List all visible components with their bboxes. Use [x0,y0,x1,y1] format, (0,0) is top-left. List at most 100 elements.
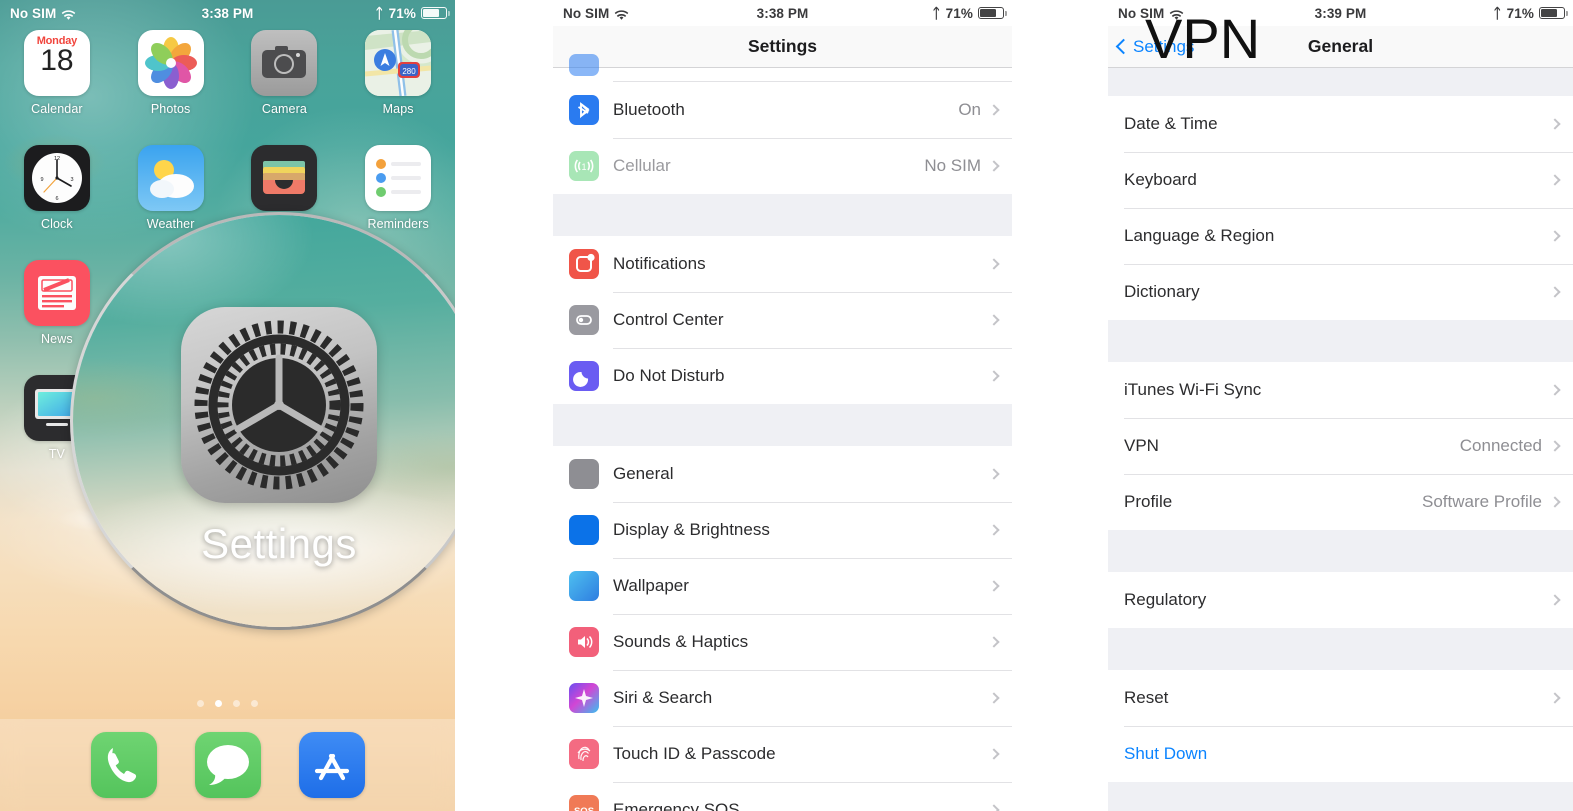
page-dot[interactable] [251,700,258,707]
svg-text:12: 12 [54,156,60,162]
chevron-right-icon [988,258,1000,270]
nav-bar-general: Settings General [1108,26,1573,68]
row-label: Control Center [613,310,724,329]
page-indicator-dots[interactable] [0,700,455,707]
battery-percent-label: 71% [388,5,416,21]
row-profile[interactable]: Profile Software Profile [1108,474,1573,530]
svg-text:9: 9 [40,177,43,183]
app-photos[interactable]: Photos [114,30,228,116]
chevron-right-icon [1549,440,1561,452]
row-notifications[interactable]: Notifications [553,236,1012,292]
settings-list: Bluetooth On 1 Cellular No SIM [553,54,1012,194]
control-center-icon [569,305,599,335]
panel-settings-list: No SIM 3:38 PM ᛏ 71% Settings Bluetooth … [553,0,1012,811]
row-cellular[interactable]: 1 Cellular No SIM [553,138,1012,194]
row-language-region[interactable]: Language & Region [1108,208,1573,264]
emergency-sos-icon: SOS [569,795,599,811]
row-general[interactable]: General [553,446,1012,502]
app-maps[interactable]: 280 Maps [341,30,455,116]
row-label: Shut Down [1124,744,1208,763]
panel-general-list: No SIM 3:39 PM ᛏ 71% Settings General Da… [1108,0,1573,811]
page-dot[interactable] [197,700,204,707]
row-siri-search[interactable]: Siri & Search [553,670,1012,726]
chevron-right-icon [1549,594,1561,606]
settings-list-group-3: General Display & Brightness Wallpaper S… [553,446,1012,811]
chevron-right-icon [1549,174,1561,186]
row-vpn[interactable]: VPN Connected [1108,418,1573,474]
general-gear-icon [569,459,599,489]
back-button[interactable]: Settings [1115,36,1195,57]
row-label: Display & Brightness [613,520,770,539]
messages-icon[interactable] [194,732,261,798]
battery-icon [978,7,1007,19]
siri-icon [569,683,599,713]
row-sounds-haptics[interactable]: Sounds & Haptics [553,614,1012,670]
sounds-icon [569,627,599,657]
row-bluetooth[interactable]: Bluetooth On [553,82,1012,138]
page-title: Settings [747,36,818,56]
chevron-right-icon [1549,118,1561,130]
chevron-right-icon [1549,496,1561,508]
row-regulatory[interactable]: Regulatory [1108,572,1573,628]
bluetooth-status-icon: ᛏ [375,5,384,21]
chevron-right-icon [988,748,1000,760]
row-dictionary[interactable]: Dictionary [1108,264,1573,320]
calendar-date: 18 [40,44,74,77]
row-label: Cellular [613,156,671,175]
cellular-icon: 1 [569,151,599,181]
app-label: Camera [261,102,307,116]
settings-list-group-2: Notifications Control Center Do Not Dist… [553,236,1012,404]
row-touch-id-passcode[interactable]: Touch ID & Passcode [553,726,1012,782]
dock [0,719,455,811]
battery-percent-label: 71% [945,5,973,21]
row-keyboard[interactable]: Keyboard [1108,152,1573,208]
battery-icon [1539,7,1568,19]
settings-app-label-magnified: Settings [201,519,357,567]
app-calendar[interactable]: Monday 18 Calendar [0,30,114,116]
row-itunes-wifi-sync[interactable]: iTunes Wi-Fi Sync [1108,362,1573,418]
page-dot[interactable] [233,700,240,707]
page-dot-active[interactable] [215,700,222,707]
chevron-right-icon [988,314,1000,326]
general-list-group-1: Date & Time Keyboard Language & Region D… [1108,96,1573,320]
chevron-right-icon [988,468,1000,480]
general-list-group-2: iTunes Wi-Fi Sync VPN Connected Profile … [1108,362,1573,530]
chevron-left-icon [1115,38,1132,55]
general-list-group-4: Reset Shut Down [1108,670,1573,782]
touch-id-icon [569,739,599,769]
chevron-right-icon [1549,384,1561,396]
row-display-brightness[interactable]: Display & Brightness [553,502,1012,558]
partial-row-top [553,54,1012,82]
row-reset[interactable]: Reset [1108,670,1573,726]
phone-icon[interactable] [90,732,157,798]
notifications-icon [569,249,599,279]
battery-percent-label: 71% [1506,5,1534,21]
list-group-gap-top [1108,68,1573,96]
back-button-label: Settings [1133,36,1195,56]
row-control-center[interactable]: Control Center [553,292,1012,348]
chevron-right-icon [1549,286,1561,298]
row-emergency-sos[interactable]: SOS Emergency SOS [553,782,1012,811]
settings-gear-icon-magnified[interactable] [181,306,377,503]
list-group-gap-2 [553,404,1012,446]
row-label: Siri & Search [613,688,713,707]
chevron-right-icon [988,636,1000,648]
row-date-time[interactable]: Date & Time [1108,96,1573,152]
row-shut-down[interactable]: Shut Down [1108,726,1573,782]
calendar-icon: Monday 18 [23,30,90,96]
app-store-icon[interactable] [298,732,365,798]
clock-icon: 12 3 6 9 [23,145,90,211]
chevron-right-icon [988,370,1000,382]
bluetooth-status-icon: ᛏ [932,5,941,21]
row-wallpaper[interactable]: Wallpaper [553,558,1012,614]
row-do-not-disturb[interactable]: Do Not Disturb [553,348,1012,404]
svg-text:1: 1 [581,162,586,172]
wallpaper-icon [569,571,599,601]
app-camera[interactable]: Camera [228,30,342,116]
chevron-right-icon [988,160,1000,172]
chevron-right-icon [988,524,1000,536]
svg-text:SOS: SOS [574,806,594,811]
row-value: Connected [1459,436,1542,455]
chevron-right-icon [1549,692,1561,704]
app-label: Maps [382,102,414,116]
